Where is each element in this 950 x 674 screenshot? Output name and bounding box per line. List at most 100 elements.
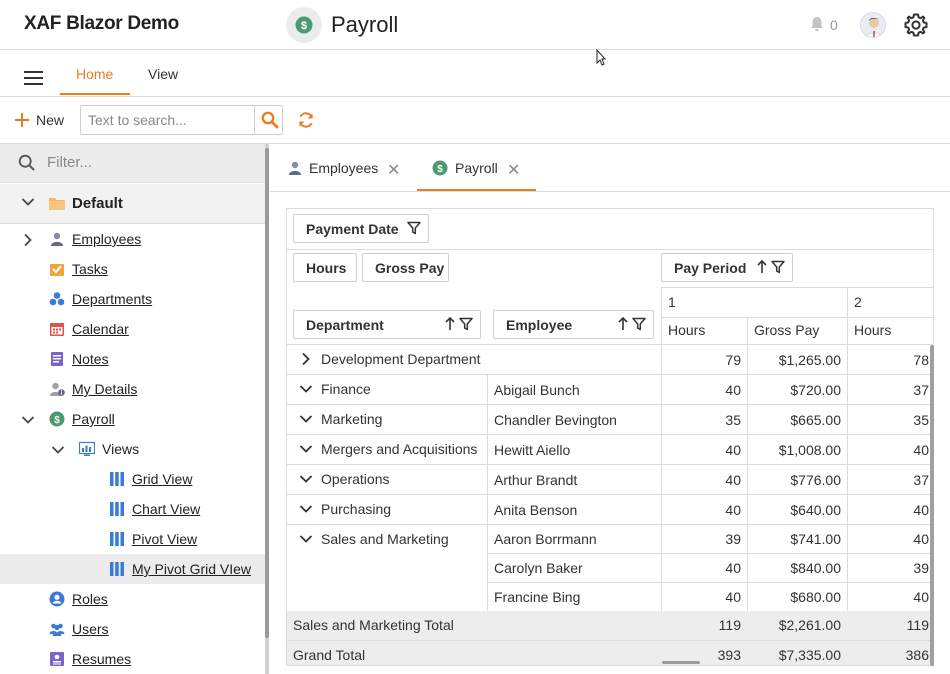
payroll-icon: $ [49, 411, 65, 427]
field-payment-date[interactable]: Payment Date [293, 214, 429, 243]
chevron-right-icon[interactable] [301, 352, 311, 366]
field-hours[interactable]: Hours [293, 253, 357, 282]
divider [287, 249, 933, 250]
employee-cell: Aaron Borrmann [494, 531, 597, 547]
svg-text:$: $ [54, 415, 60, 426]
settings-gear-icon[interactable] [904, 13, 928, 37]
nav-item-label: Notes [72, 351, 109, 367]
sidebar-scrollbar-thumb[interactable] [265, 148, 269, 638]
nav-item-label: Payroll [72, 411, 115, 427]
measure-header-hours: Hours [854, 322, 892, 338]
tab-employees[interactable]: Employees ✕ [270, 144, 416, 191]
nav-item-pivot-view[interactable]: Pivot View [0, 524, 269, 554]
chevron-right-icon[interactable] [23, 233, 33, 247]
employee-icon [51, 232, 63, 246]
nav-item-label: Pivot View [132, 531, 198, 547]
gross-pay-cell: $7,335.00 [778, 647, 841, 663]
field-department[interactable]: Department [293, 310, 481, 339]
nav-group-default[interactable]: Default [0, 184, 269, 224]
hours-cell: 79 [725, 352, 741, 368]
filter-icon[interactable] [632, 317, 646, 331]
calendar-icon [50, 323, 64, 336]
user-avatar[interactable] [860, 12, 886, 38]
chevron-down-icon[interactable] [51, 445, 65, 455]
nav-item-views[interactable]: Views [0, 434, 269, 464]
notes-icon [51, 352, 63, 366]
my-details-icon [50, 382, 65, 396]
nav-item-label: Calendar [72, 321, 129, 337]
chevron-down-icon[interactable] [21, 197, 35, 207]
nav-item-grid-view[interactable]: Grid View [0, 464, 269, 494]
search-button[interactable] [254, 106, 283, 134]
sort-ascending-icon[interactable] [757, 260, 767, 274]
employee-cell: Carolyn Baker [494, 560, 583, 576]
notification-count: 0 [830, 17, 838, 33]
gross-pay-cell: $776.00 [790, 472, 841, 488]
nav-item-payroll[interactable]: $ Payroll [0, 404, 269, 434]
gross-pay-cell: $2,261.00 [778, 617, 841, 633]
nav-item-notes[interactable]: Notes [0, 344, 269, 374]
hamburger-menu-icon[interactable] [24, 71, 44, 85]
pivot-view-icon [110, 532, 124, 546]
department-cell: Sales and Marketing [321, 531, 449, 547]
nav-item-calendar[interactable]: Calendar [0, 314, 269, 344]
chevron-down-icon[interactable] [299, 534, 313, 544]
nav-item-users[interactable]: Users [0, 614, 269, 644]
tasks-icon [50, 264, 64, 276]
tab-payroll[interactable]: $ Payroll ✕ [417, 144, 536, 191]
sidebar-filter[interactable]: Filter... [0, 144, 269, 183]
pivot-grid: Payment Date Hours Gross Pay Pay Period … [286, 208, 934, 666]
app-title[interactable]: XAF Blazor Demo [24, 13, 179, 35]
page-title: Payroll [331, 12, 399, 37]
pivot-horizontal-scrollbar[interactable] [662, 661, 700, 664]
sort-ascending-icon[interactable] [445, 317, 455, 331]
close-icon[interactable]: ✕ [387, 160, 400, 180]
close-icon[interactable]: ✕ [507, 160, 520, 180]
bell-icon[interactable] [808, 15, 826, 33]
plus-icon [15, 113, 29, 127]
views-icon [79, 441, 95, 456]
filter-icon[interactable] [407, 221, 421, 235]
nav-item-label: Employees [72, 231, 142, 247]
payroll-page-icon: $ [286, 7, 322, 43]
field-gross-pay[interactable]: Gross Pay [362, 253, 449, 282]
hours-cell: 119 [718, 617, 741, 633]
department-cell: Development Department [321, 351, 481, 367]
sort-ascending-icon[interactable] [618, 317, 628, 331]
nav-item-my-pivot-grid-view[interactable]: My Pivot Grid VIew [0, 554, 269, 584]
gross-pay-cell: $840.00 [790, 560, 841, 576]
subtotal-label: Sales and Marketing Total [293, 617, 454, 633]
chevron-down-icon[interactable] [299, 414, 313, 424]
new-button[interactable]: New [14, 109, 64, 131]
hours-cell: 40 [913, 442, 929, 458]
departments-icon [49, 292, 65, 306]
ribbon-tab-home[interactable]: Home [76, 66, 113, 82]
refresh-icon[interactable] [297, 111, 315, 129]
nav-item-my-details[interactable]: My Details [0, 374, 269, 404]
nav-item-departments[interactable]: Departments [0, 284, 269, 314]
pivot-vertical-scrollbar[interactable] [930, 345, 934, 666]
pivot-view-icon [110, 562, 124, 576]
resumes-icon [50, 652, 64, 666]
field-label: Hours [306, 259, 347, 276]
chevron-down-icon[interactable] [299, 444, 313, 454]
search-input[interactable] [81, 106, 254, 134]
hours-cell: 119 [906, 617, 929, 633]
chevron-down-icon[interactable] [299, 504, 313, 514]
field-employee[interactable]: Employee [493, 310, 654, 339]
chevron-down-icon[interactable] [21, 415, 35, 425]
filter-icon[interactable] [771, 260, 785, 274]
nav-item-roles[interactable]: Roles [0, 584, 269, 614]
nav-item-resumes[interactable]: Resumes [0, 644, 269, 674]
nav-item-employees[interactable]: Employees [0, 224, 269, 254]
nav-item-label: My Pivot Grid VIew [132, 561, 252, 577]
filter-icon[interactable] [459, 317, 473, 331]
measure-header-gross-pay: Gross Pay [754, 322, 820, 338]
chevron-down-icon[interactable] [299, 384, 313, 394]
ribbon-tab-view[interactable]: View [148, 66, 178, 82]
chevron-down-icon[interactable] [299, 474, 313, 484]
nav-item-label: My Details [72, 381, 138, 397]
field-pay-period[interactable]: Pay Period [661, 253, 793, 282]
nav-item-chart-view[interactable]: Chart View [0, 494, 269, 524]
nav-item-tasks[interactable]: Tasks [0, 254, 269, 284]
